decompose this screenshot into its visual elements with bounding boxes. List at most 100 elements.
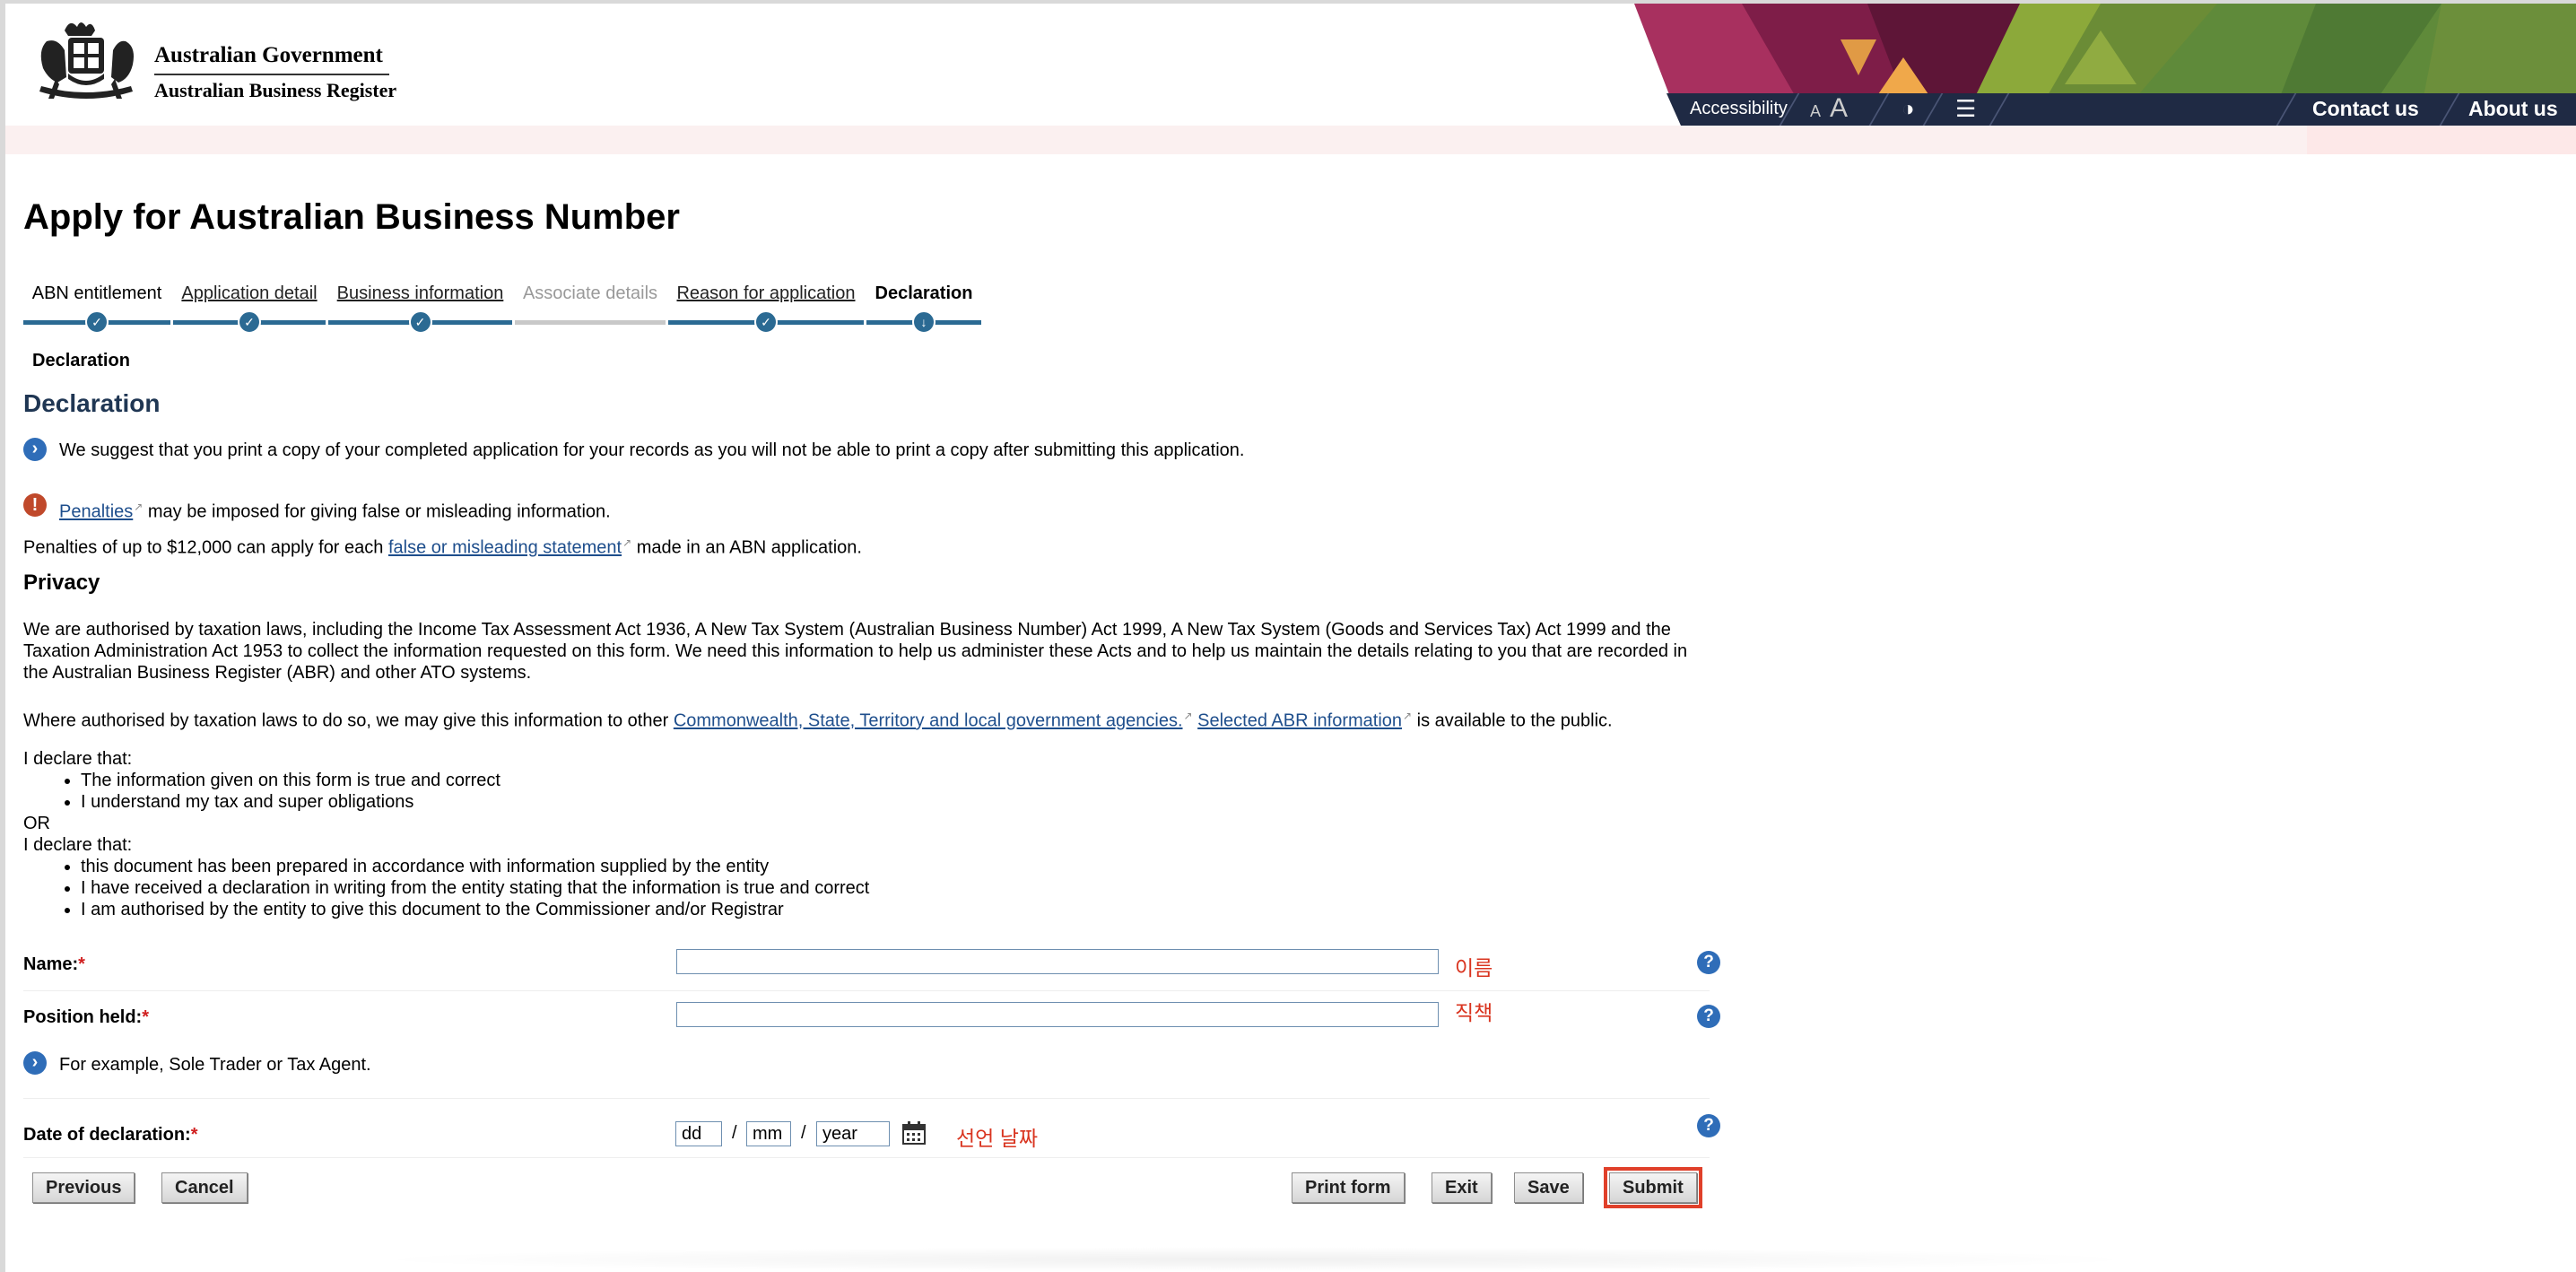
check-icon: ✓ [408, 310, 432, 334]
utility-bar: Accessibility A A ◑ ☰ Contact us About u… [1667, 93, 2576, 126]
row-divider [23, 990, 1710, 991]
position-input[interactable] [676, 1002, 1439, 1027]
contrast-icon[interactable]: ◑ [1902, 97, 1915, 122]
declare-intro-1: I declare that: [23, 749, 133, 769]
gov-name: Australian Government [154, 43, 383, 67]
print-note: We suggest that you print a copy of your… [59, 440, 1245, 460]
name-help-icon[interactable]: ? [1697, 951, 1720, 974]
date-separator: / [801, 1123, 806, 1143]
font-size-small-button[interactable]: A [1810, 102, 1821, 121]
utility-separator [1868, 93, 1890, 126]
step-label: Business information [336, 283, 504, 303]
declare-intro-2: I declare that: [23, 835, 133, 855]
step-declaration: Declaration ↓ [866, 266, 981, 334]
penalties-link[interactable]: Penalties [59, 502, 133, 522]
step-label: Reason for application [676, 283, 856, 303]
position-annotation: 직책 [1455, 1001, 1493, 1024]
name-annotation: 이름 [1455, 956, 1493, 980]
government-agencies-link[interactable]: Commonwealth, State, Territory and local… [674, 711, 1183, 731]
check-icon: ✓ [754, 310, 778, 334]
declare-list-1: The information given on this form is tr… [23, 770, 500, 813]
declaration-heading: Declaration [23, 389, 161, 417]
list-item: The information given on this form is tr… [81, 770, 500, 791]
list-item: I understand my tax and super obligation… [81, 791, 500, 813]
info-arrow-icon: › [23, 1051, 47, 1075]
agency-name: Australian Business Register [154, 79, 397, 101]
progress-steps: ABN entitlement ✓ Application detail ✓ B… [23, 266, 1010, 334]
step-business-information[interactable]: Business information ✓ [328, 266, 512, 334]
position-hint: For example, Sole Trader or Tax Agent. [59, 1055, 371, 1075]
penalties-amount-suffix: made in an ABN application. [631, 537, 862, 558]
calendar-icon[interactable] [902, 1121, 926, 1145]
utility-separator [1922, 93, 1944, 126]
year-input[interactable] [816, 1121, 890, 1146]
menu-icon[interactable]: ☰ [1955, 95, 1976, 123]
privacy-disclosure-suffix: is available to the public. [1412, 710, 1613, 731]
false-statement-link[interactable]: false or misleading statement [388, 538, 622, 558]
breadcrumb-current: Declaration [32, 351, 130, 370]
accessibility-link[interactable]: Accessibility [1690, 99, 1788, 119]
site-header: Australian Government Australian Busines… [5, 4, 2576, 126]
page-title: Apply for Australian Business Number [23, 197, 680, 237]
gov-logo[interactable]: Australian Government Australian Busines… [29, 14, 405, 104]
step-associate-details: Associate details [515, 266, 666, 325]
submit-button[interactable]: Submit [1604, 1167, 1702, 1208]
external-link-icon: ↗ [622, 536, 632, 549]
step-label: Application detail [181, 283, 318, 303]
step-label: Associate details [522, 283, 658, 303]
info-arrow-icon: › [23, 438, 47, 461]
date-separator: / [732, 1123, 737, 1143]
check-icon: ✓ [85, 310, 109, 334]
date-label: Date of declaration:* [23, 1125, 198, 1145]
list-item: I have received a declaration in writing… [81, 877, 869, 899]
step-label: ABN entitlement [31, 283, 162, 303]
external-link-icon: ↗ [134, 501, 144, 513]
step-abn-entitlement[interactable]: ABN entitlement ✓ [23, 266, 170, 334]
declare-list-2: this document has been prepared in accor… [23, 856, 869, 920]
privacy-paragraph: We are authorised by taxation laws, incl… [23, 620, 1688, 683]
cancel-button[interactable]: Cancel [161, 1172, 248, 1203]
position-help-icon[interactable]: ? [1697, 1005, 1720, 1028]
coat-of-arms-icon [39, 22, 134, 99]
privacy-disclosure-line: Where authorised by taxation laws to do … [23, 705, 1613, 732]
privacy-disclosure-text: Where authorised by taxation laws to do … [23, 710, 674, 731]
privacy-heading: Privacy [23, 571, 100, 595]
save-button[interactable]: Save [1514, 1172, 1583, 1203]
header-strip [5, 126, 2576, 154]
header-banner-graphic [1634, 4, 2576, 97]
penalties-amount-text: Penalties of up to $12,000 can apply for… [23, 537, 388, 558]
row-divider [23, 1157, 1710, 1158]
header-strip-accent [2307, 126, 2576, 154]
check-icon: ✓ [238, 310, 261, 334]
penalties-amount-line: Penalties of up to $12,000 can apply for… [23, 532, 862, 559]
utility-separator [1989, 93, 2010, 126]
footer-shadow [359, 1247, 2153, 1272]
list-item: I am authorised by the entity to give th… [81, 899, 869, 920]
step-reason-for-application[interactable]: Reason for application ✓ [668, 266, 864, 334]
month-input[interactable] [746, 1121, 791, 1146]
warning-icon: ! [23, 493, 47, 517]
print-form-button[interactable]: Print form [1292, 1172, 1405, 1203]
arrow-down-icon: ↓ [912, 310, 936, 334]
name-label: Name:* [23, 954, 85, 974]
date-annotation: 선언 날짜 [956, 1127, 1039, 1150]
external-link-icon: ↗ [1183, 710, 1193, 722]
font-size-large-button[interactable]: A [1830, 93, 1848, 124]
penalties-text: may be imposed for giving false or misle… [143, 501, 611, 522]
utility-separator [2276, 93, 2297, 126]
declare-or: OR [23, 814, 50, 833]
external-link-icon: ↗ [1403, 710, 1413, 722]
selected-abr-info-link[interactable]: Selected ABR information [1197, 711, 1402, 731]
logo-divider [154, 74, 389, 75]
about-us-link[interactable]: About us [2468, 97, 2558, 121]
day-input[interactable] [675, 1121, 722, 1146]
exit-button[interactable]: Exit [1432, 1172, 1492, 1203]
name-input[interactable] [676, 949, 1439, 974]
list-item: this document has been prepared in accor… [81, 856, 869, 877]
step-application-detail[interactable]: Application detail ✓ [173, 266, 326, 334]
previous-button[interactable]: Previous [32, 1172, 135, 1203]
date-help-icon[interactable]: ? [1697, 1114, 1720, 1137]
penalties-line: Penalties↗ may be imposed for giving fal… [59, 496, 611, 523]
contact-us-link[interactable]: Contact us [2312, 97, 2419, 121]
step-label: Declaration [875, 283, 973, 303]
